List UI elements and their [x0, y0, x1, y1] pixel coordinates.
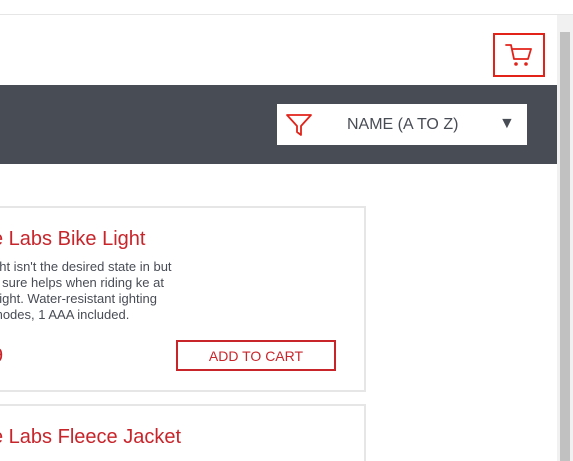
browser-top-edge: [0, 0, 573, 15]
funnel-icon: [286, 114, 312, 136]
dropdown-caret-icon: ▼: [499, 115, 515, 132]
app-header: [0, 16, 557, 85]
product-title[interactable]: e Labs Fleece Jacket: [0, 426, 181, 449]
product-card: e Labs Bike Light ght isn't the desired …: [0, 206, 366, 392]
product-title[interactable]: e Labs Bike Light: [0, 228, 145, 251]
add-to-cart-button[interactable]: ADD TO CART: [176, 340, 336, 371]
sort-dropdown[interactable]: NAME (A TO Z) ▼: [277, 104, 527, 145]
sort-selected-label: NAME (A TO Z): [347, 116, 459, 133]
shopping-cart-icon: [505, 44, 532, 66]
product-card: e Labs Fleece Jacket: [0, 404, 366, 461]
shopping-cart-button[interactable]: [493, 33, 545, 77]
scrollbar-thumb[interactable]: [560, 32, 570, 461]
product-price: 9: [0, 345, 3, 368]
product-description: ght isn't the desired state in but it su…: [0, 259, 172, 322]
